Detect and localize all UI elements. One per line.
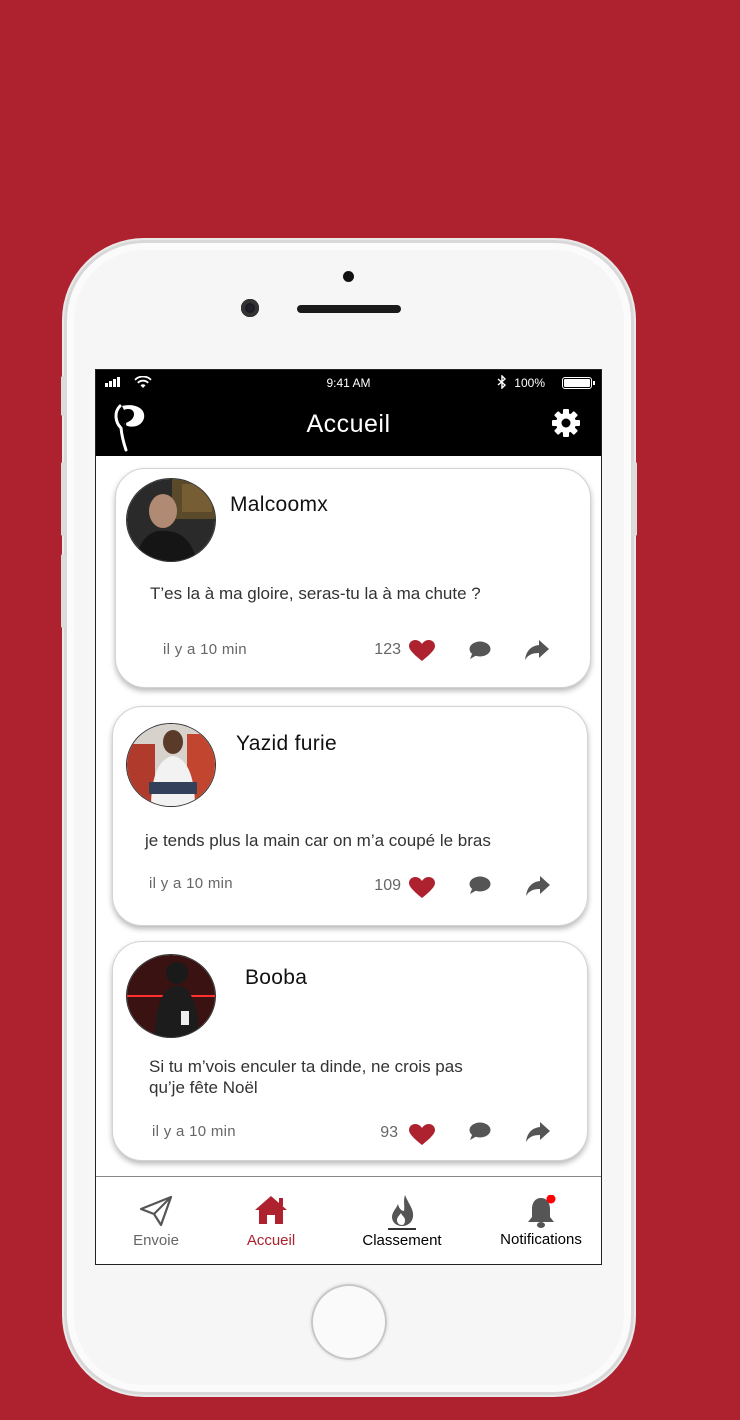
front-camera: [241, 299, 259, 317]
post-time: il y a 10 min: [163, 641, 247, 658]
tab-label: Accueil: [246, 1232, 296, 1249]
tab-bar: Envoie Accueil Classement Notifications: [96, 1176, 601, 1264]
post-time: il y a 10 min: [149, 875, 233, 892]
paper-plane-icon: [139, 1195, 173, 1227]
tab-label: Notifications: [500, 1231, 582, 1248]
avatar[interactable]: [126, 478, 216, 562]
share-icon[interactable]: [526, 1122, 550, 1142]
avatar[interactable]: [126, 954, 216, 1038]
heart-icon[interactable]: [409, 1124, 435, 1146]
share-icon[interactable]: [526, 876, 550, 896]
post-time: il y a 10 min: [152, 1123, 236, 1140]
page-title: Accueil: [306, 410, 391, 438]
tab-envoie[interactable]: Envoie: [106, 1177, 206, 1264]
post-author[interactable]: Booba: [245, 966, 307, 990]
post-card[interactable]: Malcoomx T’es la à ma gloire, seras-tu l…: [115, 468, 591, 688]
proximity-sensor: [343, 271, 354, 282]
earpiece-speaker: [297, 305, 401, 313]
screen: 9:41 AM 100% Accueil Malcoomx T’es la à …: [95, 369, 602, 1265]
status-bar: 9:41 AM 100%: [96, 370, 601, 396]
post-card[interactable]: Yazid furie je tends plus la main car on…: [112, 706, 588, 926]
home-icon: [255, 1196, 287, 1224]
avatar[interactable]: [126, 723, 216, 807]
bluetooth-icon: [497, 374, 507, 392]
heart-icon[interactable]: [409, 877, 435, 899]
post-card[interactable]: Booba Si tu m’vois enculer ta dinde, ne …: [112, 941, 588, 1161]
gear-icon[interactable]: [551, 408, 581, 438]
post-author[interactable]: Yazid furie: [236, 732, 337, 756]
volume-up-button: [61, 462, 66, 536]
battery-icon: [562, 377, 595, 389]
battery-percent: 100%: [514, 376, 545, 390]
comment-icon[interactable]: [469, 641, 491, 659]
app-header: Accueil: [96, 396, 601, 456]
post-author[interactable]: Malcoomx: [230, 493, 328, 517]
home-button[interactable]: [311, 1284, 387, 1360]
volume-down-button: [61, 554, 66, 628]
post-text: T’es la à ma gloire, seras-tu la à ma ch…: [150, 584, 481, 603]
like-count: 109: [374, 877, 401, 894]
post-text: je tends plus la main car on m’a coupé l…: [145, 831, 491, 850]
tab-label: Classement: [362, 1232, 442, 1249]
power-button: [632, 462, 637, 536]
post-text-line-1: Si tu m’vois enculer ta dinde, ne crois …: [149, 1057, 463, 1076]
tab-notifications[interactable]: Notifications: [491, 1177, 591, 1264]
tab-accueil[interactable]: Accueil: [221, 1177, 321, 1264]
comment-icon[interactable]: [469, 876, 491, 894]
like-count: 93: [380, 1124, 398, 1141]
mute-switch: [61, 376, 66, 416]
tab-classement[interactable]: Classement: [346, 1177, 458, 1264]
flame-icon: [388, 1195, 416, 1230]
bell-icon: [528, 1195, 556, 1228]
like-count: 123: [374, 641, 401, 658]
post-text-line-2: qu’je fête Noël: [149, 1078, 258, 1097]
heart-icon[interactable]: [409, 640, 435, 662]
comment-icon[interactable]: [469, 1122, 491, 1140]
tab-label: Envoie: [133, 1232, 179, 1249]
share-icon[interactable]: [525, 640, 549, 660]
post-feed[interactable]: Malcoomx T’es la à ma gloire, seras-tu l…: [96, 456, 601, 1176]
